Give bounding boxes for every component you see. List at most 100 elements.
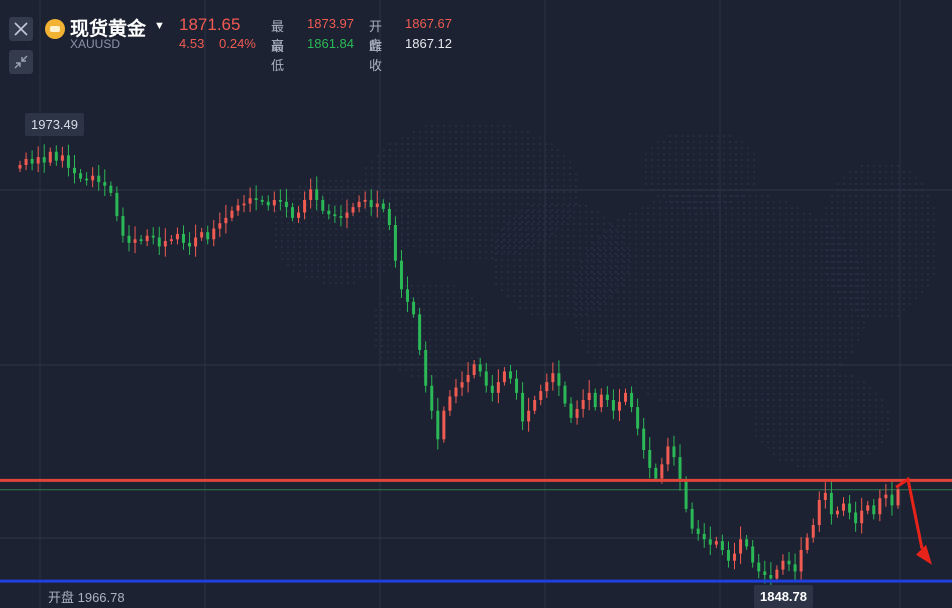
map-dot [484, 166, 488, 170]
map-dot [664, 392, 668, 396]
map-dot [442, 166, 446, 170]
map-dot [682, 254, 686, 258]
map-dot [706, 194, 710, 198]
map-dot [424, 148, 428, 152]
map-dot [854, 290, 858, 294]
map-dot [428, 356, 432, 360]
map-dot [376, 245, 380, 249]
map-dot [628, 296, 632, 300]
map-dot [622, 272, 626, 276]
map-dot [742, 374, 746, 378]
map-dot [496, 136, 500, 140]
map-dot [518, 300, 522, 304]
map-dot [628, 350, 632, 354]
map-dot [452, 350, 456, 354]
map-dot [920, 212, 924, 216]
map-dot [724, 356, 728, 360]
price-chart[interactable] [0, 0, 952, 608]
map-dot [496, 232, 500, 236]
map-dot [524, 246, 528, 250]
map-dot [310, 233, 314, 237]
map-dot [754, 218, 758, 222]
map-dot [424, 142, 428, 146]
map-dot [866, 236, 870, 240]
map-dot [896, 272, 900, 276]
map-dot [680, 170, 684, 174]
map-dot [602, 270, 606, 274]
map-dot [694, 278, 698, 282]
map-dot [826, 386, 830, 390]
map-dot [574, 284, 578, 288]
map-dot [908, 266, 912, 270]
map-dot [646, 302, 650, 306]
map-dot [398, 290, 402, 294]
map-dot [920, 260, 924, 264]
map-dot [316, 263, 320, 267]
map-dot [646, 326, 650, 330]
map-dot [640, 278, 644, 282]
map-dot [548, 204, 552, 208]
map-dot [854, 218, 858, 222]
map-dot [466, 220, 470, 224]
close-button[interactable] [9, 17, 33, 41]
map-dot [280, 239, 284, 243]
map-dot [778, 350, 782, 354]
map-dot [466, 256, 470, 260]
map-dot [694, 248, 698, 252]
map-dot [826, 368, 830, 372]
map-dot [358, 191, 362, 195]
map-dot [452, 338, 456, 342]
map-dot [826, 308, 830, 312]
candle-body [884, 494, 888, 499]
map-dot [352, 215, 356, 219]
map-dot [658, 338, 662, 342]
candle-body [769, 575, 773, 579]
map-dot [556, 202, 560, 206]
map-dot [538, 178, 542, 182]
map-dot [374, 344, 378, 348]
map-dot [530, 240, 534, 244]
map-dot [524, 294, 528, 298]
map-dot [656, 170, 660, 174]
map-dot [820, 416, 824, 420]
map-dot [418, 130, 422, 134]
map-dot [862, 422, 866, 426]
map-dot [836, 254, 840, 258]
map-dot [844, 356, 848, 360]
map-dot [370, 172, 374, 176]
map-dot [700, 302, 704, 306]
map-dot [388, 191, 392, 195]
map-dot [596, 294, 600, 298]
map-dot [680, 194, 684, 198]
map-dot [838, 248, 842, 252]
map-dot [442, 226, 446, 230]
map-dot [820, 242, 824, 246]
map-dot [926, 206, 930, 210]
map-dot [472, 256, 476, 260]
map-dot [712, 398, 716, 402]
map-dot [274, 245, 278, 249]
candle-body [218, 223, 222, 229]
map-dot [590, 288, 594, 292]
map-dot [452, 344, 456, 348]
map-dot [458, 314, 462, 318]
collapse-button[interactable] [9, 50, 33, 74]
map-dot [722, 134, 726, 138]
map-dot [554, 210, 558, 214]
map-dot [536, 288, 540, 292]
caret-down-icon[interactable]: ▼ [154, 20, 165, 32]
map-dot [578, 222, 582, 226]
map-dot [814, 398, 818, 402]
map-dot [604, 332, 608, 336]
map-dot [706, 404, 710, 408]
map-dot [784, 398, 788, 402]
map-dot [382, 245, 386, 249]
map-dot [466, 124, 470, 128]
map-dot [874, 416, 878, 420]
map-dot [802, 218, 806, 222]
map-dot [620, 240, 624, 244]
map-dot [688, 374, 692, 378]
map-dot [400, 172, 404, 176]
map-dot [406, 244, 410, 248]
map-dot [658, 356, 662, 360]
